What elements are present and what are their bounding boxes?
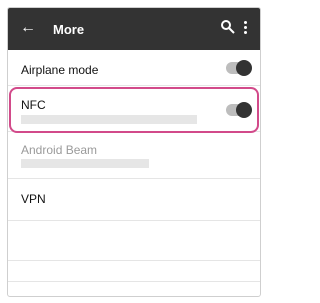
more-vert-icon[interactable] (244, 21, 248, 35)
airplane-mode-switch[interactable] (226, 60, 252, 76)
vpn-row[interactable]: VPN (8, 179, 260, 221)
android-beam-label: Android Beam (21, 143, 98, 157)
switch-knob (236, 60, 252, 76)
app-bar: ← More (8, 8, 260, 50)
settings-screen: ← More Airplane mode NFC Android Beam VP… (7, 7, 261, 297)
divider (8, 281, 260, 282)
vpn-label: VPN (21, 192, 46, 206)
airplane-mode-label: Airplane mode (21, 63, 99, 77)
search-icon[interactable] (220, 19, 236, 35)
back-arrow-icon[interactable]: ← (20, 19, 36, 37)
android-beam-summary-placeholder (21, 159, 149, 168)
nfc-highlight-frame (9, 87, 259, 133)
divider (8, 260, 260, 261)
airplane-mode-row[interactable]: Airplane mode (8, 50, 260, 86)
page-title: More (53, 22, 85, 37)
android-beam-row: Android Beam (8, 136, 260, 179)
